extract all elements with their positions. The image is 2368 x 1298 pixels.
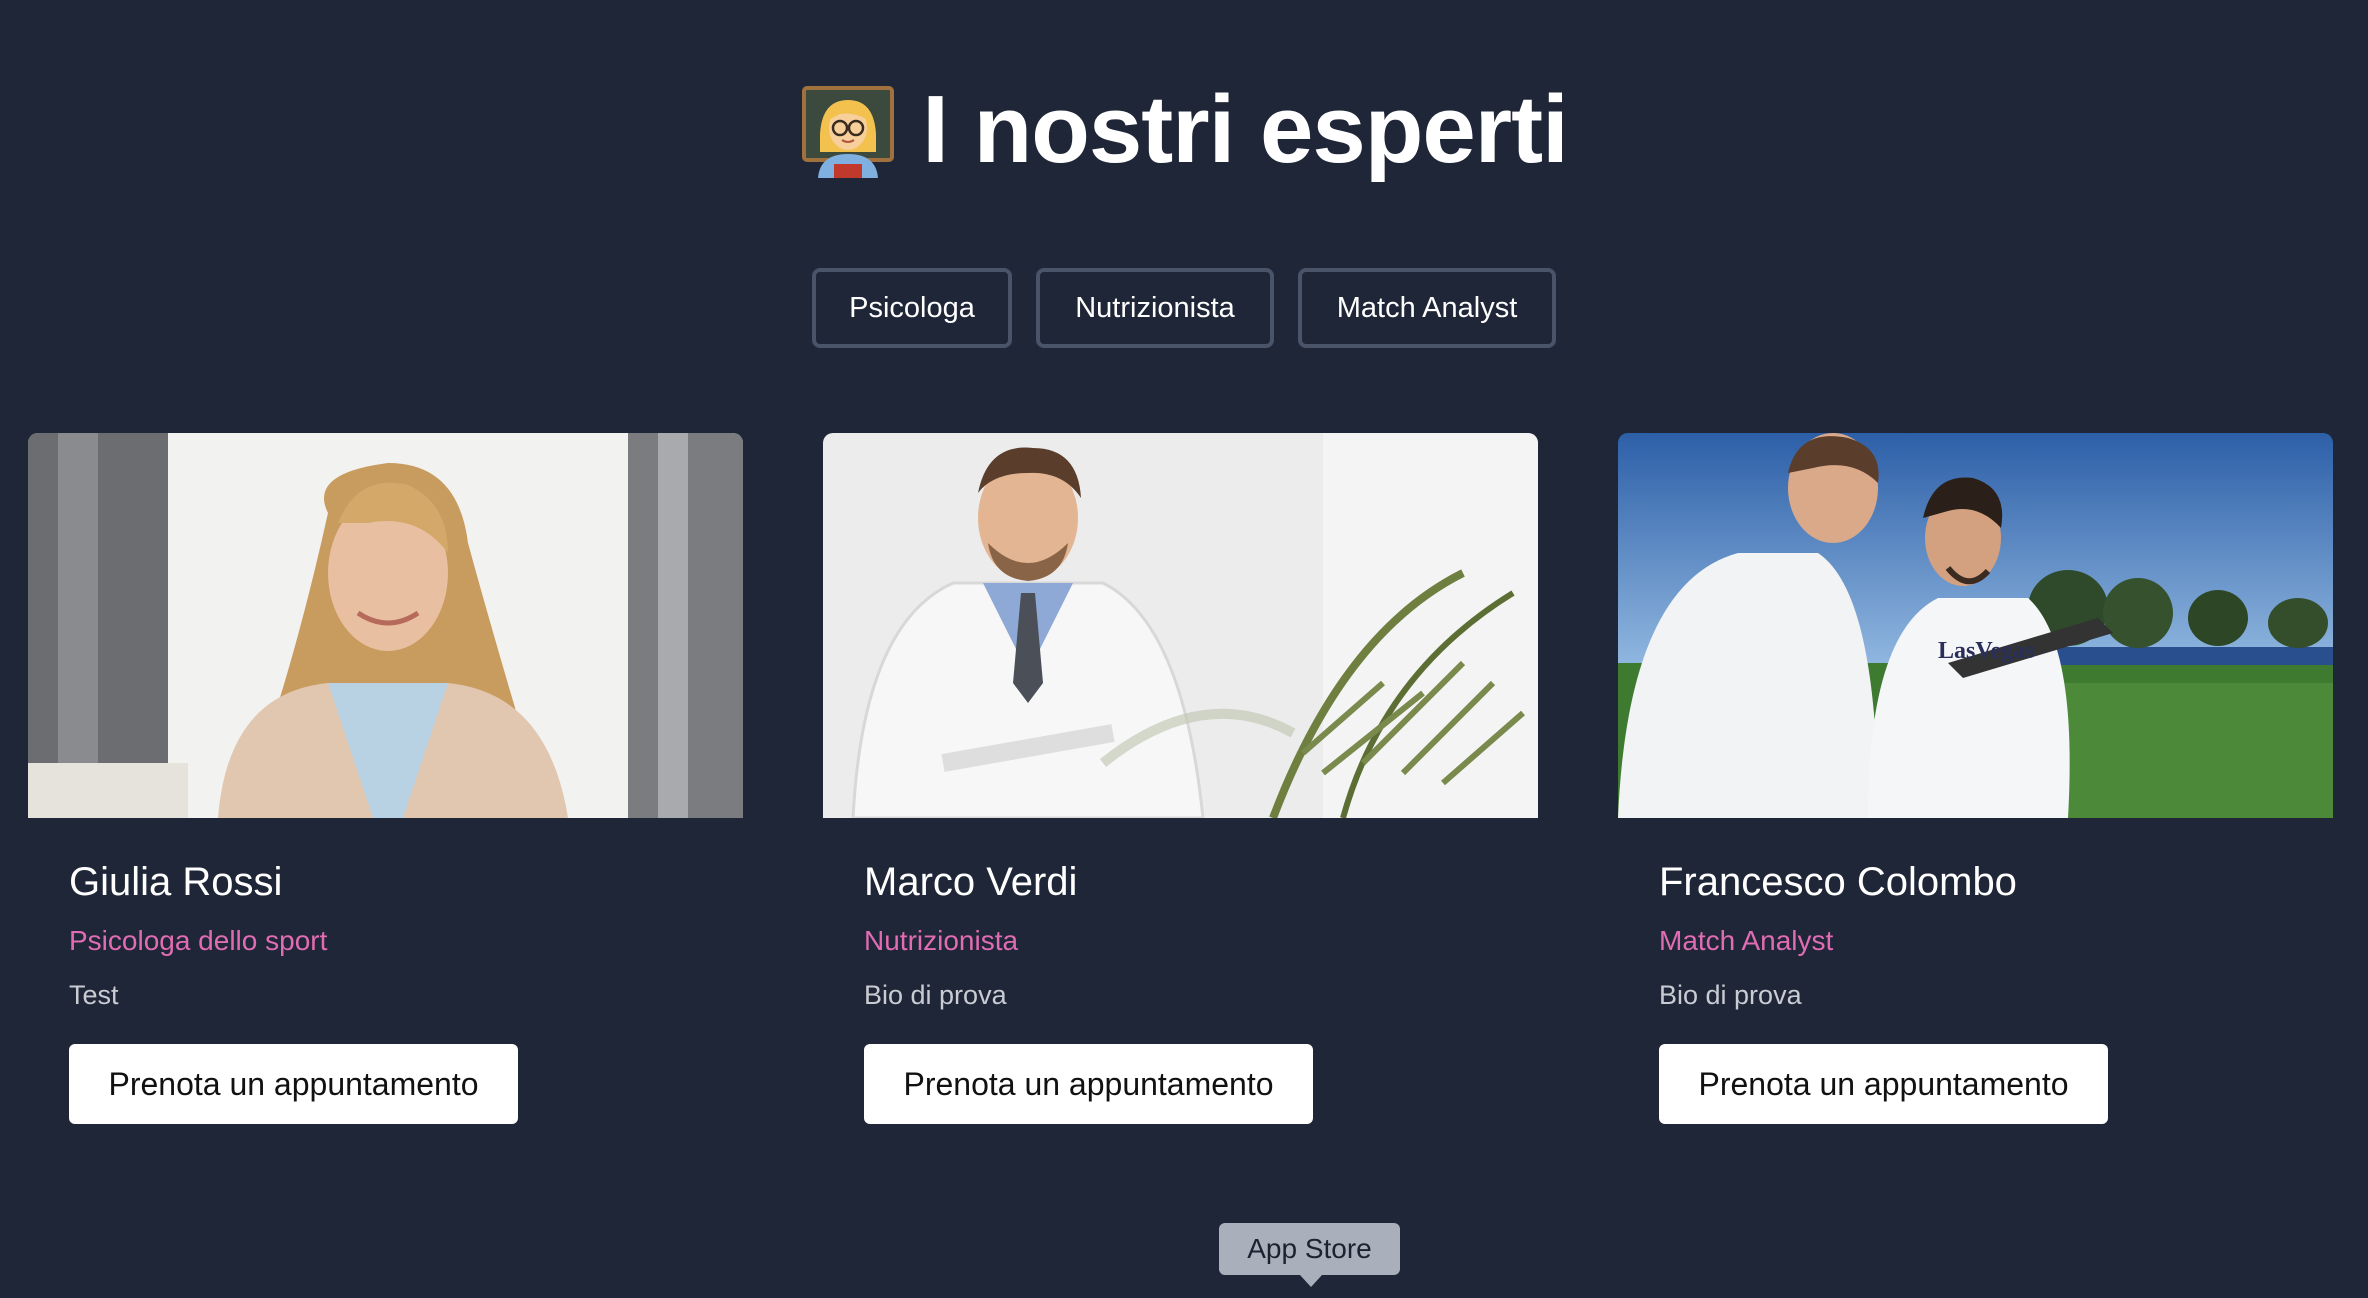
expert-card-body: Francesco Colombo Match Analyst Bio di p… bbox=[1618, 862, 2333, 1124]
svg-text:LasVegas: LasVegas bbox=[1938, 638, 2034, 664]
expert-bio: Bio di prova bbox=[864, 980, 1007, 1010]
book-appointment-button[interactable]: Prenota un appuntamento bbox=[864, 1044, 1313, 1124]
expert-card: Marco Verdi Nutrizionista Bio di prova P… bbox=[823, 433, 1538, 1124]
specialty-filters: Psicologa Nutrizionista Match Analyst bbox=[0, 268, 2368, 348]
tooltip-arrow bbox=[1300, 1275, 1322, 1287]
football-analysts-photo: LasVegas bbox=[1618, 433, 2333, 818]
expert-name: Giulia Rossi bbox=[69, 860, 283, 904]
page-title: I nostri esperti bbox=[922, 76, 1568, 183]
filter-psicologa-button[interactable]: Psicologa bbox=[812, 268, 1012, 348]
page-header: I nostri esperti bbox=[0, 70, 2368, 190]
expert-card-body: Giulia Rossi Psicologa dello sport Test … bbox=[28, 862, 743, 1124]
filter-match-analyst-button[interactable]: Match Analyst bbox=[1298, 268, 1556, 348]
expert-card: Giulia Rossi Psicologa dello sport Test … bbox=[28, 433, 743, 1124]
experts-page: I nostri esperti Psicologa Nutrizionista… bbox=[0, 0, 2368, 1298]
expert-card-body: Marco Verdi Nutrizionista Bio di prova P… bbox=[823, 862, 1538, 1124]
expert-card: LasVegas Francesco Colombo Match Analyst… bbox=[1618, 433, 2333, 1124]
expert-role: Psicologa dello sport bbox=[69, 925, 328, 956]
teacher-emoji-icon bbox=[802, 86, 895, 178]
expert-bio: Bio di prova bbox=[1659, 980, 1802, 1010]
expert-name: Marco Verdi bbox=[864, 860, 1078, 904]
book-appointment-button[interactable]: Prenota un appuntamento bbox=[1659, 1044, 2108, 1124]
app-store-tooltip: App Store bbox=[1219, 1223, 1400, 1275]
expert-role: Match Analyst bbox=[1659, 925, 1834, 956]
expert-role: Nutrizionista bbox=[864, 925, 1019, 956]
expert-name: Francesco Colombo bbox=[1659, 860, 2017, 904]
doctor-portrait-photo bbox=[823, 433, 1538, 818]
filter-nutrizionista-button[interactable]: Nutrizionista bbox=[1036, 268, 1274, 348]
book-appointment-button[interactable]: Prenota un appuntamento bbox=[69, 1044, 518, 1124]
expert-bio: Test bbox=[69, 980, 119, 1010]
woman-portrait-photo bbox=[28, 433, 743, 818]
